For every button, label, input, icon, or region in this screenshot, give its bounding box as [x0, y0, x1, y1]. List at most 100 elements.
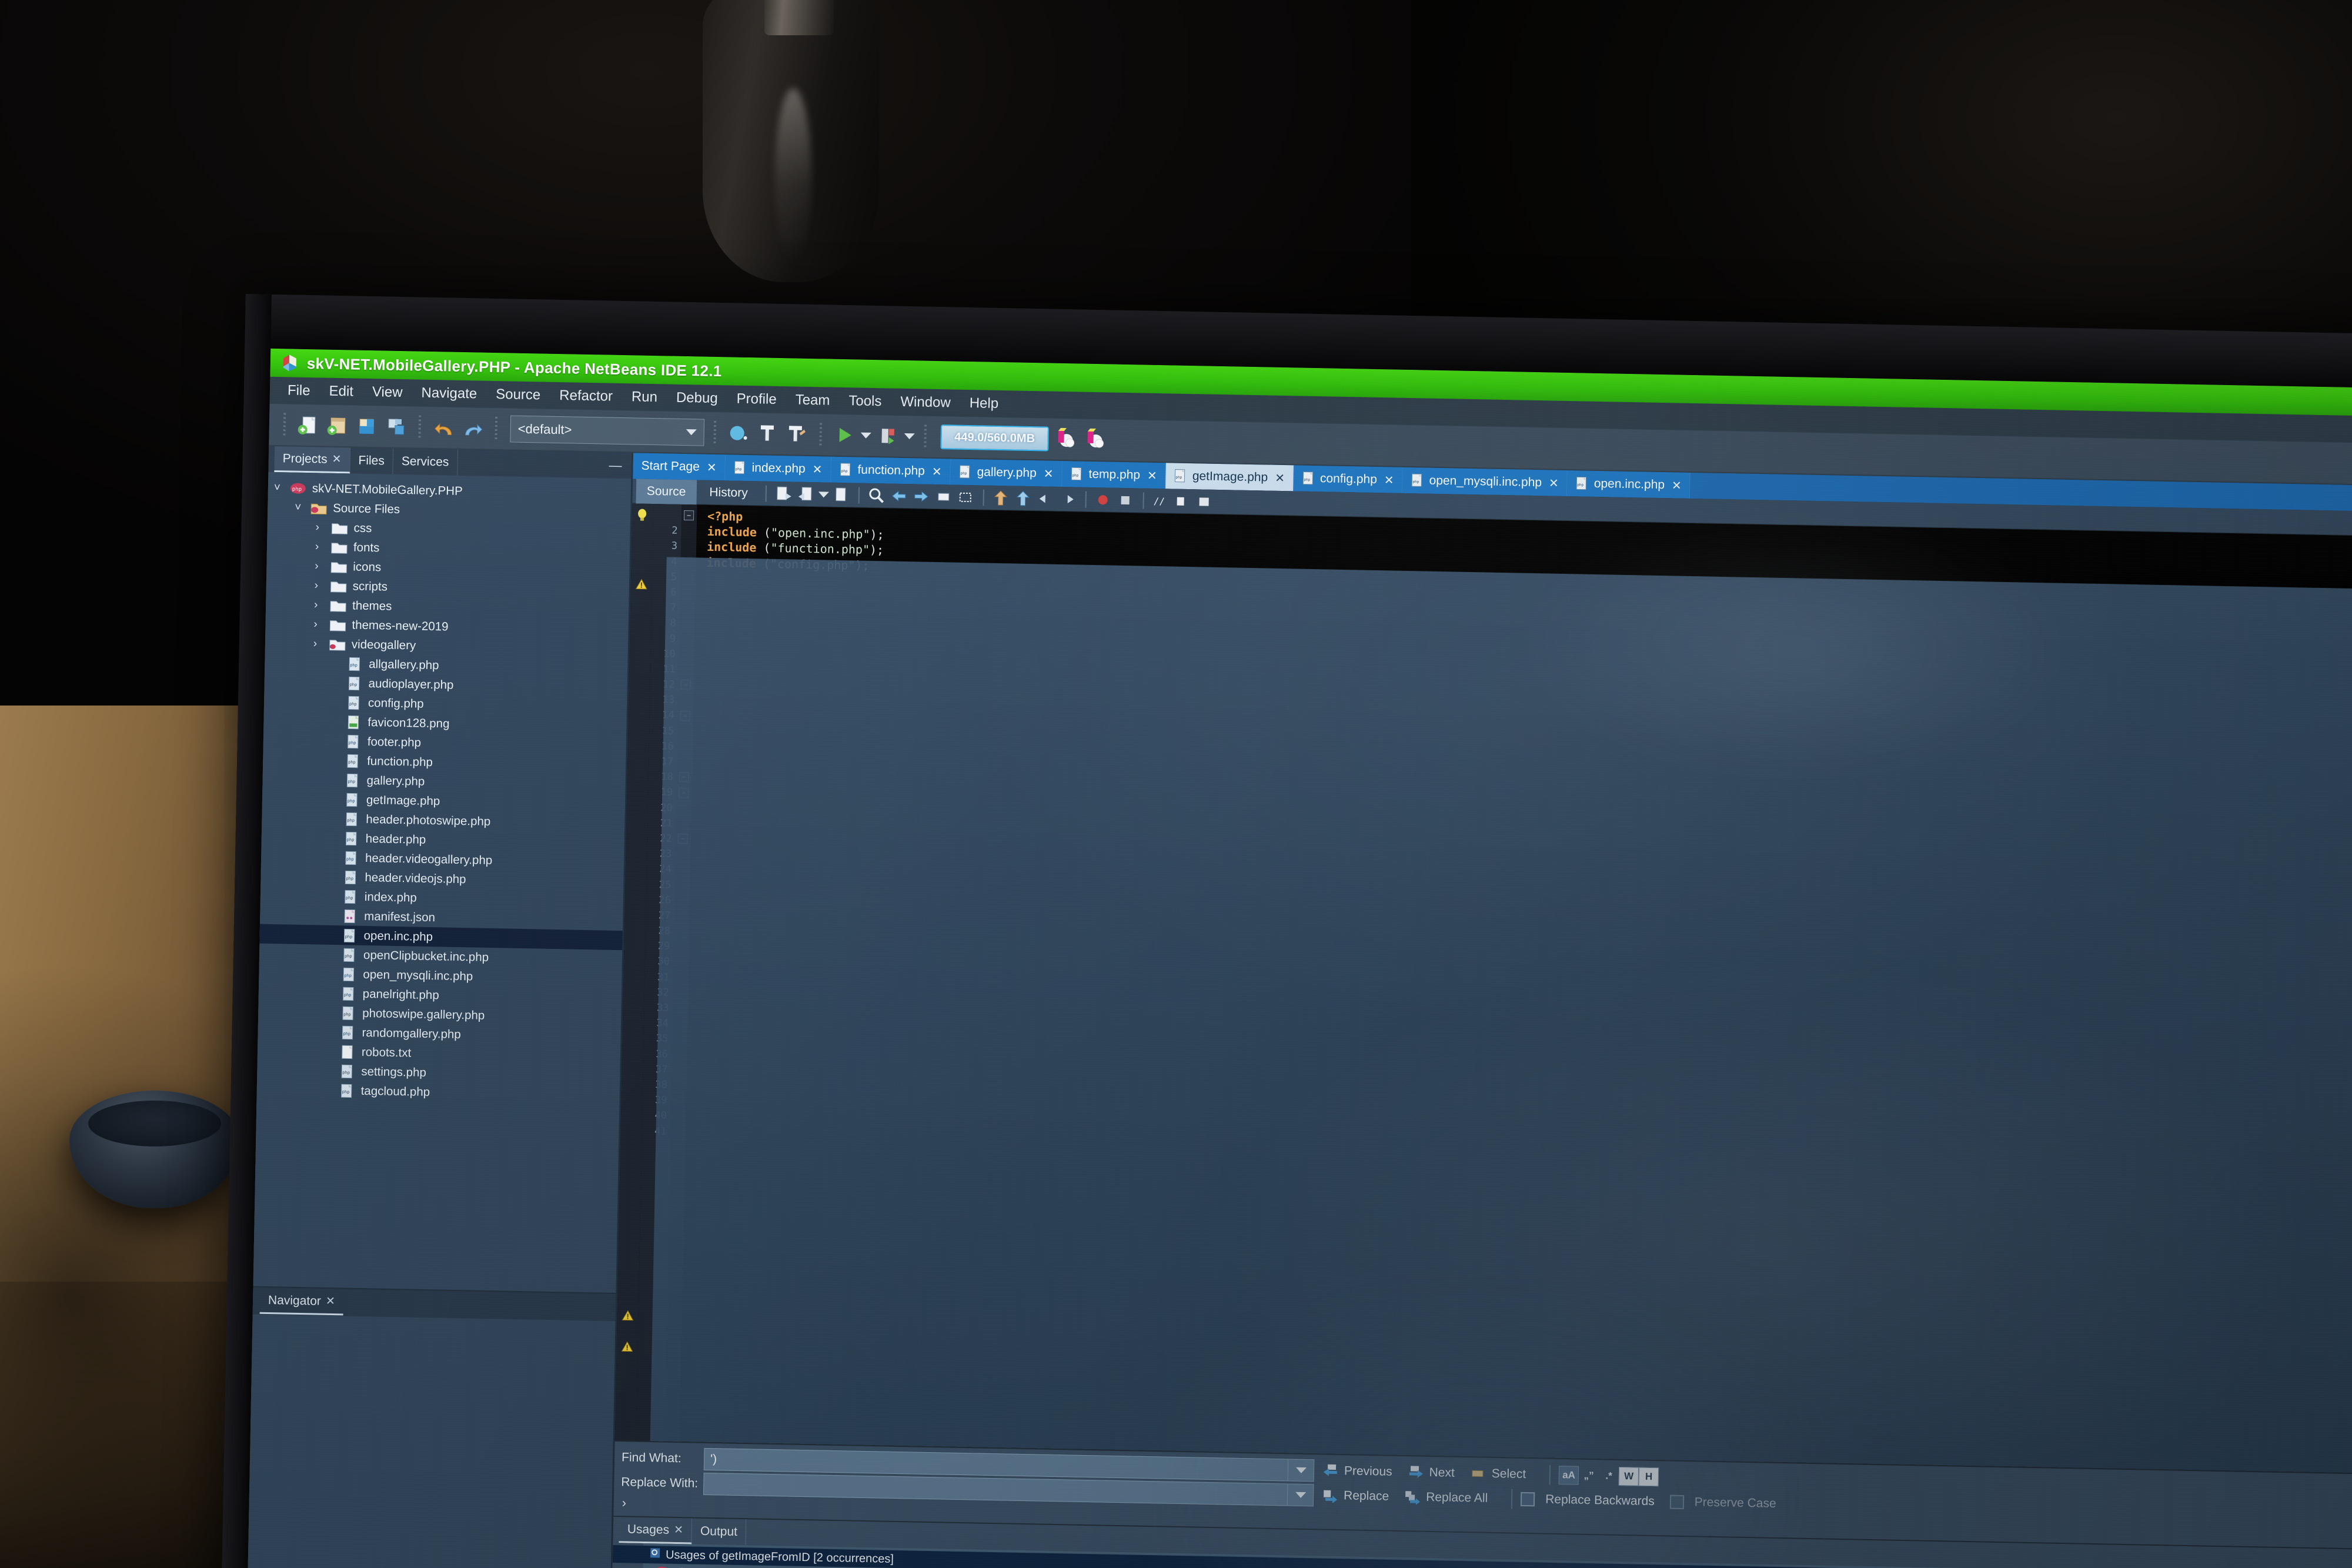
replace-all-button[interactable]: Replace All: [1404, 1489, 1488, 1506]
menu-item-file[interactable]: File: [278, 380, 320, 402]
garbage-collect-icon[interactable]: [1052, 426, 1078, 453]
profile-icon[interactable]: [1081, 427, 1108, 453]
close-icon[interactable]: ✕: [1384, 473, 1394, 487]
tab-files[interactable]: Files: [350, 447, 394, 474]
tab-source[interactable]: Source: [636, 478, 697, 504]
menu-item-source[interactable]: Source: [486, 384, 550, 406]
menu-item-edit[interactable]: Edit: [319, 380, 363, 402]
code-fold-toggle[interactable]: −: [677, 834, 688, 844]
close-icon[interactable]: ✕: [332, 453, 341, 466]
tab-projects[interactable]: Projects ✕: [274, 446, 350, 474]
menu-item-tools[interactable]: Tools: [839, 390, 891, 413]
last-edit-icon[interactable]: [773, 484, 794, 503]
expand-find-options-icon[interactable]: ›: [613, 1495, 626, 1510]
find-history-dropdown[interactable]: [1288, 1459, 1315, 1482]
build-project-icon[interactable]: [725, 420, 751, 446]
document-tab[interactable]: php open_mysqli.inc.php ✕: [1402, 467, 1568, 497]
tree-twisty-icon[interactable]: ˅: [295, 501, 310, 514]
code-fold-toggle[interactable]: −: [679, 772, 689, 783]
new-file-icon[interactable]: [295, 412, 321, 439]
toggle-bookmark-icon[interactable]: [933, 487, 954, 506]
run-dropdown-caret-icon[interactable]: [860, 432, 871, 439]
chevron-down-icon[interactable]: [818, 491, 829, 498]
code-fold-toggle[interactable]: −: [683, 510, 694, 521]
undo-icon[interactable]: [430, 414, 456, 441]
menu-item-help[interactable]: Help: [960, 393, 1008, 415]
save-all-icon[interactable]: [383, 413, 409, 440]
memory-usage-indicator[interactable]: 449.0/560.0MB: [940, 424, 1050, 452]
replace-backwards-checkbox[interactable]: Replace Backwards: [1521, 1492, 1655, 1509]
project-tree[interactable]: ˅ php skV-NET.MobileGallery.PHP ˅ Source Fil…: [253, 472, 632, 1293]
close-icon[interactable]: ✕: [1672, 478, 1682, 493]
document-tab[interactable]: php open.inc.php ✕: [1567, 470, 1691, 499]
code-fold-toggle[interactable]: −: [680, 680, 691, 690]
shift-left-icon[interactable]: [991, 488, 1011, 507]
arrow-right-small-icon[interactable]: [1058, 489, 1078, 509]
code-fold-toggle[interactable]: −: [680, 710, 690, 721]
clean-build-icon[interactable]: [754, 420, 781, 447]
close-icon[interactable]: ✕: [1275, 470, 1285, 485]
shift-right-icon[interactable]: [1013, 489, 1034, 508]
back-icon[interactable]: [796, 484, 816, 504]
document-tab[interactable]: php temp.php ✕: [1062, 460, 1167, 489]
tree-twisty-icon[interactable]: ›: [315, 579, 330, 592]
next-button[interactable]: Next: [1407, 1465, 1455, 1480]
close-icon[interactable]: ✕: [1147, 468, 1157, 483]
open-project-icon[interactable]: [353, 413, 380, 439]
tree-twisty-icon[interactable]: ›: [315, 521, 330, 534]
tree-twisty-icon[interactable]: ›: [313, 618, 329, 631]
document-tab[interactable]: Start Page ✕: [633, 453, 726, 481]
stop-macro-icon[interactable]: [1115, 490, 1136, 510]
next-bookmark-icon[interactable]: [911, 487, 931, 506]
document-tab[interactable]: php config.php ✕: [1293, 465, 1404, 493]
run-project-icon[interactable]: [831, 422, 857, 449]
close-icon[interactable]: ✕: [1044, 466, 1054, 481]
select-region-icon[interactable]: [956, 487, 976, 507]
regex-icon[interactable]: .*: [1599, 1466, 1619, 1486]
tab-services[interactable]: Services: [393, 448, 458, 476]
menu-item-navigate[interactable]: Navigate: [412, 382, 486, 404]
warning-icon[interactable]: [622, 1310, 634, 1321]
debug-project-icon[interactable]: [874, 423, 901, 449]
tab-history[interactable]: History: [699, 480, 759, 506]
highlight-results-icon[interactable]: H: [1638, 1467, 1659, 1487]
hint-bulb-icon[interactable]: [636, 508, 649, 522]
close-icon[interactable]: ✕: [707, 460, 717, 474]
replace-history-dropdown[interactable]: [1287, 1483, 1314, 1507]
new-project-icon[interactable]: [324, 413, 350, 439]
menu-item-window[interactable]: Window: [891, 392, 960, 414]
debug-dropdown-caret-icon[interactable]: [904, 433, 915, 440]
document-tab[interactable]: php getImage.php ✕: [1165, 463, 1294, 492]
tree-twisty-icon[interactable]: ›: [313, 637, 329, 650]
tree-twisty-icon[interactable]: ›: [315, 540, 330, 553]
code-fold-toggle[interactable]: −: [679, 787, 689, 798]
clean-and-build-icon[interactable]: [784, 421, 810, 447]
forward-icon[interactable]: [831, 485, 851, 504]
tree-twisty-icon[interactable]: ›: [314, 599, 329, 611]
close-icon[interactable]: ✕: [326, 1295, 335, 1308]
close-icon[interactable]: ✕: [1549, 476, 1559, 490]
warning-icon[interactable]: [621, 1341, 633, 1352]
preserve-case-checkbox[interactable]: Preserve Case: [1669, 1495, 1776, 1511]
document-tab[interactable]: php function.php ✕: [831, 456, 951, 485]
whole-words-icon[interactable]: „”: [1579, 1466, 1599, 1486]
tab-navigator[interactable]: Navigator ✕: [259, 1288, 344, 1316]
close-icon[interactable]: ✕: [932, 464, 942, 479]
close-icon[interactable]: ✕: [674, 1523, 683, 1537]
menu-item-debug[interactable]: Debug: [667, 387, 727, 409]
comment-icon[interactable]: //: [1151, 491, 1171, 510]
close-icon[interactable]: ✕: [812, 462, 822, 477]
menu-item-view[interactable]: View: [363, 382, 412, 404]
start-macro-icon[interactable]: [1093, 490, 1114, 509]
document-tab[interactable]: php gallery.php ✕: [950, 459, 1063, 487]
configuration-combo[interactable]: <default>: [510, 415, 705, 446]
menu-item-team[interactable]: Team: [786, 389, 839, 412]
chevron-down-icon[interactable]: ˅: [638, 1565, 645, 1568]
menu-item-profile[interactable]: Profile: [727, 388, 786, 410]
warning-icon[interactable]: [635, 579, 647, 590]
tab-output[interactable]: Output: [691, 1518, 747, 1546]
menu-item-refactor[interactable]: Refactor: [550, 385, 622, 407]
code-text-area[interactable]: <?php include ("open.inc.php"); include ("…: [679, 504, 2352, 1473]
wrap-around-icon[interactable]: W: [1618, 1466, 1639, 1486]
match-case-icon[interactable]: aA: [1558, 1466, 1579, 1485]
